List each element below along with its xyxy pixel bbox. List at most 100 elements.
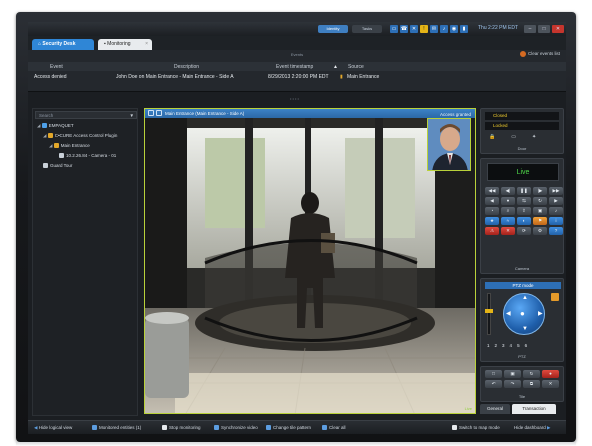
column-header[interactable]: Event bbox=[50, 64, 63, 70]
alarm-icon[interactable]: ⚠ bbox=[485, 227, 499, 235]
close-button[interactable]: ✕ bbox=[552, 25, 564, 33]
arrow-up-icon[interactable]: ▲ bbox=[522, 295, 528, 301]
audio-icon[interactable]: ♪ bbox=[549, 207, 563, 215]
loop-icon[interactable]: ↻ bbox=[533, 197, 547, 205]
rotate-icon[interactable]: ⟳ bbox=[517, 227, 531, 235]
filter-icon[interactable]: ▼ bbox=[130, 112, 134, 119]
step-back-icon[interactable]: ◀| bbox=[501, 187, 515, 195]
clear-events-button[interactable]: Clear events list bbox=[519, 51, 560, 57]
pause-icon[interactable]: ❚❚ bbox=[517, 187, 531, 195]
tab-strip: ⌂ Security Desk ▪ Monitoring × bbox=[28, 36, 566, 50]
info-icon[interactable]: i bbox=[549, 217, 563, 225]
export-icon[interactable]: ⇪ bbox=[517, 207, 531, 215]
preset-5[interactable]: 5 bbox=[517, 343, 520, 348]
mute-icon[interactable]: ✕ bbox=[410, 25, 418, 33]
splitter-handle[interactable]: • • • • bbox=[290, 96, 299, 101]
rewind-icon[interactable]: ◀◀ bbox=[485, 187, 499, 195]
preset-2[interactable]: 2 bbox=[495, 343, 498, 348]
chat-icon[interactable]: ✉ bbox=[430, 25, 438, 33]
help-icon[interactable]: ? bbox=[549, 227, 563, 235]
tile-record-icon[interactable]: ● bbox=[542, 370, 559, 378]
privacy-icon[interactable]: ◐ bbox=[517, 217, 531, 225]
preset-1[interactable]: 1 bbox=[487, 343, 490, 348]
fast-forward-icon[interactable]: ▶▶ bbox=[549, 187, 563, 195]
monitor-icon[interactable]: ▭ bbox=[390, 25, 398, 33]
lock-icon[interactable]: 🔒 bbox=[489, 134, 495, 140]
step-forward-icon[interactable]: |▶ bbox=[533, 187, 547, 195]
tile-back-icon[interactable]: ↶ bbox=[485, 380, 502, 388]
bookmark-icon[interactable]: ★ bbox=[485, 217, 499, 225]
override-icon[interactable]: ✦ bbox=[532, 134, 536, 140]
arrow-left-icon[interactable]: ◀ bbox=[506, 310, 511, 317]
video-tile[interactable]: Main Entrance (Main Entrance - Side A) A… bbox=[144, 108, 476, 414]
tile-forward-icon[interactable]: ↷ bbox=[504, 380, 521, 388]
ptz-joystick[interactable]: ▲ ▼ ◀ ▶ ● bbox=[503, 293, 545, 335]
unlock-icon[interactable]: ▭ bbox=[511, 134, 516, 140]
button-label: Hide dashboard bbox=[514, 425, 546, 430]
identity-button[interactable]: Identity bbox=[318, 25, 348, 33]
tile-clear-icon[interactable]: ✕ bbox=[542, 380, 559, 388]
snapshot-icon[interactable]: ▣ bbox=[533, 207, 547, 215]
history-icon[interactable]: ◔ bbox=[485, 207, 499, 215]
clear-icon bbox=[519, 51, 526, 57]
tab-security-desk[interactable]: ⌂ Security Desk bbox=[32, 39, 94, 50]
monitored-entities-button[interactable]: Monitored entities (1) bbox=[92, 425, 141, 431]
bottom-toolbar: ◀ Hide logical view Monitored entities (… bbox=[28, 420, 566, 434]
lock-video-icon[interactable]: ⚑ bbox=[533, 217, 547, 225]
maximize-button[interactable]: □ bbox=[538, 25, 550, 33]
center-icon[interactable]: ● bbox=[520, 309, 525, 318]
alert-icon[interactable]: ! bbox=[420, 25, 428, 33]
search-input[interactable]: Search ▼ bbox=[35, 111, 137, 119]
tree-item-main-entrance[interactable]: ◢ Main Entrance bbox=[49, 143, 90, 149]
table-row[interactable]: Access denied John Doe on Main Entrance … bbox=[28, 72, 566, 81]
tile-icon[interactable] bbox=[148, 110, 154, 116]
motion-icon[interactable]: ≈ bbox=[501, 217, 515, 225]
close-icon[interactable]: × bbox=[145, 39, 148, 50]
column-header[interactable]: Description bbox=[174, 64, 199, 70]
clear-all-button[interactable]: Clear all bbox=[322, 425, 346, 431]
settings-icon[interactable]: ⚙ bbox=[533, 227, 547, 235]
tree-item-plugin[interactable]: ◢ C•CURE Access Control Plugin bbox=[43, 133, 117, 139]
switch-to-map-button[interactable]: Switch to map mode bbox=[452, 425, 500, 431]
tile-maximize-icon[interactable]: □ bbox=[485, 370, 502, 378]
phone-icon[interactable]: ☎ bbox=[400, 25, 408, 33]
tile-copy-icon[interactable]: ⧉ bbox=[523, 380, 540, 388]
ptz-mode-button[interactable]: PTZ mode bbox=[485, 282, 561, 289]
arrow-right-icon[interactable]: ▶ bbox=[538, 310, 543, 317]
ptz-lock-icon[interactable] bbox=[551, 293, 559, 301]
preset-6[interactable]: 6 bbox=[525, 343, 528, 348]
stop-monitoring-button[interactable]: Stop monitoring bbox=[162, 425, 201, 431]
tile-fullscreen-icon[interactable]: ▣ bbox=[504, 370, 521, 378]
live-icon[interactable]: ▶ bbox=[549, 197, 563, 205]
volume-icon[interactable]: ♪ bbox=[440, 25, 448, 33]
tile-refresh-icon[interactable]: ↻ bbox=[523, 370, 540, 378]
zoom-slider[interactable] bbox=[487, 293, 491, 335]
tab-transaction[interactable]: Transaction bbox=[512, 404, 556, 414]
minimize-button[interactable]: – bbox=[524, 25, 536, 33]
tree-item-guard-tour[interactable]: Guard Tour bbox=[43, 163, 72, 169]
tree-item-empaquet[interactable]: ◢ EMPAQUET bbox=[37, 123, 74, 129]
tab-general[interactable]: General bbox=[480, 404, 510, 414]
zoom-slider-handle[interactable] bbox=[485, 309, 493, 313]
chevron-right-icon: ▶ bbox=[545, 425, 551, 430]
zoom-icon[interactable]: ⌕ bbox=[501, 207, 515, 215]
stop-record-icon[interactable]: ✕ bbox=[501, 227, 515, 235]
tree-item-camera[interactable]: 10.2.26.84 - Camera - 01 bbox=[59, 153, 116, 159]
preset-3[interactable]: 3 bbox=[502, 343, 505, 348]
arrow-down-icon[interactable]: ▼ bbox=[522, 326, 528, 332]
slow-icon[interactable]: ◀ bbox=[485, 197, 499, 205]
hide-logical-view-button[interactable]: ◀ Hide logical view bbox=[34, 425, 72, 431]
preset-4[interactable]: 4 bbox=[510, 343, 513, 348]
hide-dashboard-button[interactable]: Hide dashboard ▶ bbox=[514, 425, 551, 431]
synchronize-video-button[interactable]: Synchronize video bbox=[214, 425, 258, 431]
record-icon[interactable]: ● bbox=[501, 197, 515, 205]
battery-icon[interactable]: ▮ bbox=[460, 25, 468, 33]
speed-icon[interactable]: ⇆ bbox=[517, 197, 531, 205]
tab-monitoring[interactable]: ▪ Monitoring × bbox=[98, 39, 152, 50]
tasks-button[interactable]: Tasks bbox=[352, 25, 382, 33]
column-header[interactable]: Source bbox=[348, 64, 364, 70]
pin-icon[interactable] bbox=[156, 110, 162, 116]
column-header[interactable]: Event timestamp bbox=[276, 64, 313, 70]
network-icon[interactable]: ◉ bbox=[450, 25, 458, 33]
change-tile-pattern-button[interactable]: Change tile pattern bbox=[266, 425, 311, 431]
